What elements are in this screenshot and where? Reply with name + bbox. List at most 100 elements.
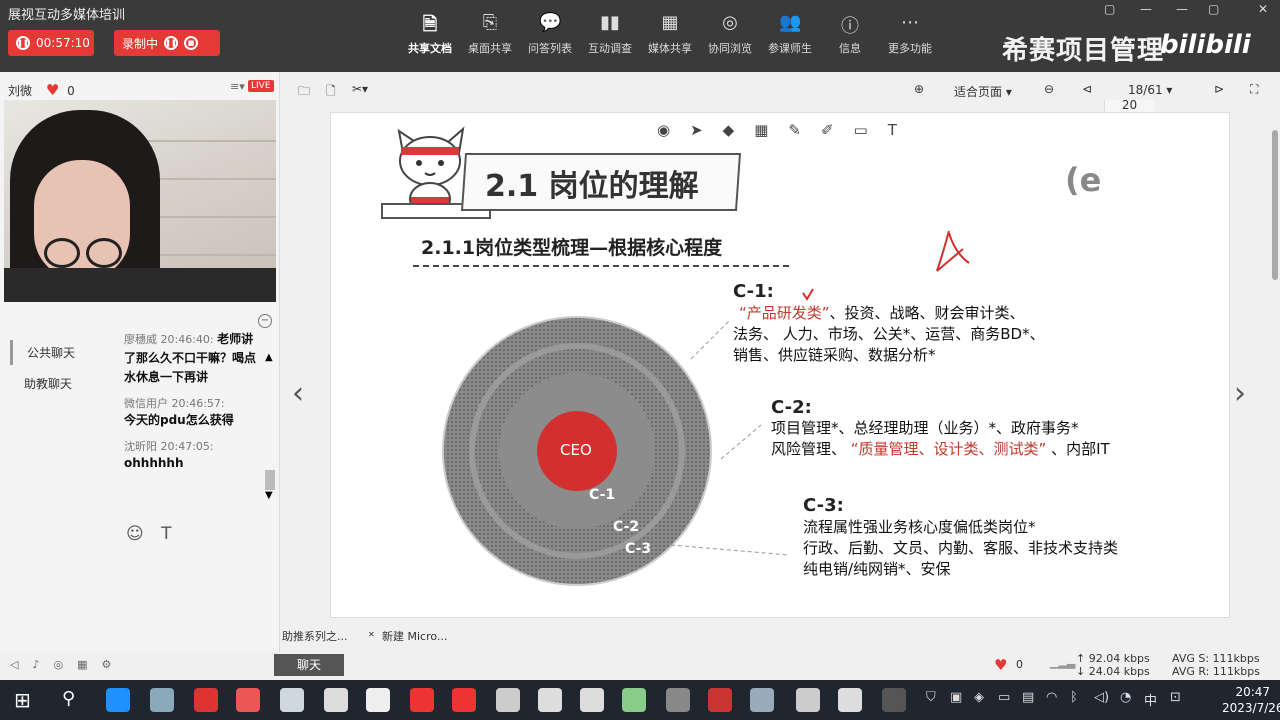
toolbar-button-1[interactable]: ⎘ 桌面共享 bbox=[460, 12, 520, 62]
next-page-icon[interactable]: ⊳ bbox=[1214, 82, 1224, 96]
shield-icon[interactable]: ⛉ bbox=[926, 690, 936, 705]
folder-tray-icon[interactable]: ▤ bbox=[1022, 690, 1034, 705]
shelf-line bbox=[144, 178, 276, 180]
tab-assistant-chat[interactable]: 助教聊天 bbox=[10, 371, 89, 396]
toolbar-button-0[interactable]: 🗎 共享文档 bbox=[400, 12, 460, 62]
chat-scrollbar[interactable]: ▲ ▼ bbox=[263, 352, 277, 502]
c2-connector bbox=[720, 424, 762, 460]
doc-tab[interactable]: 助推系列之... bbox=[282, 628, 348, 644]
scroll-down-icon[interactable]: ▼ bbox=[265, 490, 273, 501]
recorder-icon[interactable] bbox=[194, 688, 218, 712]
toolbar-button-5[interactable]: ◎ 协同浏览 bbox=[700, 12, 760, 62]
ime-options-icon[interactable]: ⊡ bbox=[1170, 690, 1181, 705]
folder-icon[interactable]: 🗀 bbox=[298, 82, 310, 103]
chat-app-icon[interactable] bbox=[150, 688, 174, 712]
maximize-icon[interactable]: ▢ bbox=[1208, 2, 1219, 16]
toolbar-button-8[interactable]: ⋯ 更多功能 bbox=[880, 12, 940, 62]
c3-ring-label: C-3 bbox=[625, 541, 652, 557]
file-icon[interactable]: 🗋 bbox=[326, 82, 336, 103]
screen-record-icon[interactable] bbox=[236, 688, 260, 712]
upload-rate: 92.04 kbps bbox=[1088, 652, 1150, 665]
scissors-icon[interactable]: ✂▾ bbox=[352, 82, 368, 96]
heart-icon[interactable]: ♥ bbox=[46, 81, 59, 99]
zoom-select[interactable]: 适合页面 ▾ bbox=[954, 83, 1012, 100]
menu-icon[interactable]: ≡▾ bbox=[230, 80, 245, 93]
fullscreen-icon[interactable]: ⛶ bbox=[1250, 82, 1258, 97]
window-icon[interactable] bbox=[796, 688, 820, 712]
speaker-icon[interactable]: ◁ bbox=[10, 658, 32, 671]
chat-button[interactable]: 聊天 bbox=[274, 654, 344, 676]
notes-icon[interactable] bbox=[280, 688, 304, 712]
pause-record-icon[interactable]: ❚❚ bbox=[164, 36, 179, 50]
network-icon[interactable]: ◈ bbox=[974, 690, 984, 705]
shelf-line bbox=[144, 216, 276, 218]
meeting-icon[interactable] bbox=[750, 688, 774, 712]
heart-icon[interactable]: ♥ bbox=[994, 656, 1007, 674]
toolbar-button-3[interactable]: ▮▮ 互动调查 bbox=[580, 12, 640, 62]
ime-indicator[interactable]: 中 bbox=[1144, 690, 1157, 709]
viewer-scrollbar[interactable] bbox=[1270, 100, 1280, 370]
page-indicator[interactable]: 18/61 ▾ bbox=[1128, 83, 1172, 97]
window-icon-1[interactable]: ▢ bbox=[1104, 2, 1115, 16]
prev-page-icon[interactable]: ⊲ bbox=[1082, 82, 1092, 96]
desktop-share-icon: ⎘ bbox=[482, 12, 498, 33]
wps-icon[interactable] bbox=[410, 688, 434, 712]
scroll-thumb[interactable] bbox=[265, 470, 275, 490]
toolbar-button-6[interactable]: 👥 参课师生 bbox=[760, 12, 820, 62]
tray-app-icon[interactable]: ▣ bbox=[950, 690, 962, 705]
powerpoint-icon[interactable] bbox=[708, 688, 732, 712]
tab-public-chat[interactable]: 公共聊天 bbox=[10, 340, 89, 365]
toolbar-button-4[interactable]: ▦ 媒体共享 bbox=[640, 12, 700, 62]
doc-tab-close-icon[interactable]: ✕ bbox=[368, 630, 375, 639]
next-slide-arrow-icon[interactable]: › bbox=[1234, 376, 1246, 411]
text-format-icon[interactable]: T bbox=[161, 524, 171, 544]
close-icon[interactable]: ✕ bbox=[1258, 2, 1268, 16]
zoom-out-icon[interactable]: ⊖ bbox=[1044, 82, 1054, 96]
recording-status[interactable]: 录制中 ❚❚ ■ bbox=[114, 30, 220, 56]
package-icon[interactable] bbox=[496, 688, 520, 712]
stop-record-icon[interactable]: ■ bbox=[184, 36, 199, 50]
prev-slide-arrow-icon[interactable]: ‹ bbox=[292, 376, 304, 411]
media-icon[interactable] bbox=[666, 688, 690, 712]
doc-tab[interactable]: 新建 Micro... bbox=[382, 628, 447, 644]
live-badge: LIVE bbox=[248, 80, 274, 92]
collapse-chat-icon[interactable]: − bbox=[258, 314, 272, 328]
window-icon-2[interactable]: — bbox=[1140, 2, 1152, 16]
battery-icon[interactable]: ▭ bbox=[998, 690, 1010, 705]
webcam-video bbox=[4, 100, 276, 302]
scroll-thumb[interactable] bbox=[1272, 130, 1278, 280]
settings-icon[interactable]: ⚙ bbox=[102, 658, 126, 671]
browser-icon[interactable] bbox=[538, 688, 562, 712]
nvidia-icon[interactable] bbox=[622, 688, 646, 712]
toolbar-button-2[interactable]: 💬 问答列表 bbox=[520, 12, 580, 62]
toolbar-label: 桌面共享 bbox=[468, 42, 512, 55]
cloud-icon[interactable] bbox=[580, 688, 604, 712]
mic-icon[interactable]: ♪ bbox=[32, 658, 53, 671]
windows-start-icon[interactable]: ⊞ bbox=[14, 688, 31, 712]
edge-icon[interactable] bbox=[106, 688, 130, 712]
docs-icon[interactable] bbox=[366, 688, 390, 712]
camtasia-icon[interactable] bbox=[838, 688, 862, 712]
emoji-icon[interactable]: ☺ bbox=[126, 524, 144, 544]
scroll-up-icon[interactable]: ▲ bbox=[265, 352, 273, 363]
c1-text: “产品研发类”、投资、战略、财会审计类、 bbox=[739, 303, 1025, 324]
bluetooth-icon[interactable]: ᛒ bbox=[1070, 690, 1078, 705]
survey-icon: ▮▮ bbox=[600, 12, 620, 33]
layout-icon[interactable]: ▦ bbox=[77, 658, 101, 671]
wifi-signal-icon[interactable]: ◔ bbox=[1120, 690, 1131, 705]
minimize-icon[interactable]: — bbox=[1176, 2, 1188, 16]
camera-icon[interactable]: ◎ bbox=[54, 658, 78, 671]
c2-line2-pre: 风险管理、 bbox=[771, 440, 851, 458]
toolbar-button-7[interactable]: ⓘ 信息 bbox=[820, 12, 880, 62]
shelf-line bbox=[144, 254, 276, 256]
zoom-in-icon[interactable]: ⊕ bbox=[914, 82, 924, 96]
volume-icon[interactable]: ◁) bbox=[1094, 690, 1109, 705]
search-icon[interactable]: ⚲ bbox=[62, 688, 75, 709]
pdf-icon[interactable] bbox=[452, 688, 476, 712]
record-app-icon[interactable] bbox=[882, 688, 906, 712]
wifi-icon[interactable]: ◠ bbox=[1046, 690, 1057, 705]
clock[interactable]: 20:47 2023/7/26 bbox=[1222, 684, 1280, 716]
files-icon[interactable] bbox=[324, 688, 348, 712]
recording-timer[interactable]: ❚❚ 00:57:10 bbox=[8, 30, 94, 56]
toolbar-label: 问答列表 bbox=[528, 42, 572, 55]
